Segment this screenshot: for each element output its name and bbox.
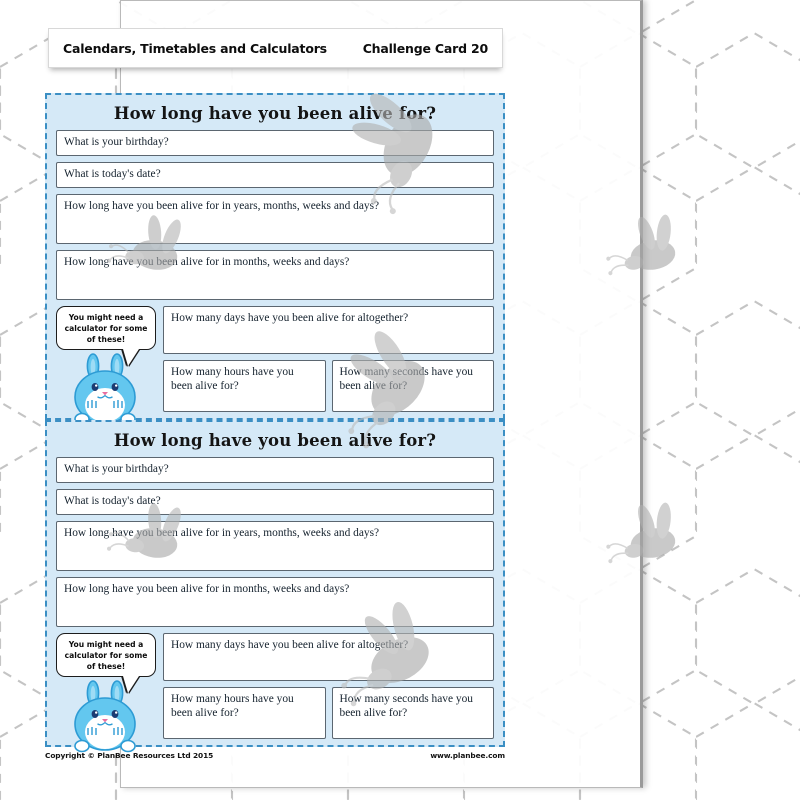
card-2-calculator-hint-bubble: You might need a calculator for some of … — [56, 633, 156, 693]
card-1-mascot-column: You might need a calculator for some of … — [56, 306, 156, 427]
card-2-hint-text: You might need a calculator for some of … — [64, 640, 148, 671]
challenge-card-2: How long have you been alive for? What i… — [45, 420, 505, 753]
speech-bubble-tail — [123, 676, 139, 693]
card-1-question-years-months-weeks-days[interactable]: How long have you been alive for in year… — [56, 194, 494, 244]
card-1-question-pair-row: How many hours have you been alive for? … — [163, 360, 494, 412]
card-1-hint-text: You might need a calculator for some of … — [64, 313, 148, 344]
card-2-question-pair-row: How many hours have you been alive for? … — [163, 687, 494, 739]
card-2-question-column: How many days have you been alive for al… — [163, 633, 494, 739]
card-2-question-months-weeks-days[interactable]: How long have you been alive for in mont… — [56, 577, 494, 627]
speech-bubble-tail — [123, 349, 139, 366]
document-header: Calendars, Timetables and Calculators Ch… — [48, 28, 503, 68]
card-1-hint-row: You might need a calculator for some of … — [56, 306, 494, 427]
card-2-question-hours[interactable]: How many hours have you been alive for? — [163, 687, 326, 739]
card-1-question-days-altogether[interactable]: How many days have you been alive for al… — [163, 306, 494, 354]
header-topic-title: Calendars, Timetables and Calculators — [63, 40, 327, 56]
header-card-number: Challenge Card 20 — [362, 40, 489, 56]
card-2-question-today-date[interactable]: What is today's date? — [56, 489, 494, 515]
footer-website: www.planbee.com — [430, 751, 505, 760]
card-1-calculator-hint-bubble: You might need a calculator for some of … — [56, 306, 156, 366]
card-2-mascot-column: You might need a calculator for some of … — [56, 633, 156, 754]
card-2-question-years-months-weeks-days[interactable]: How long have you been alive for in year… — [56, 521, 494, 571]
challenge-card-1: How long have you been alive for? What i… — [45, 93, 505, 426]
card-1-question-column: How many days have you been alive for al… — [163, 306, 494, 412]
document-footer: Copyright © PlanBee Resources Ltd 2015 w… — [45, 751, 505, 760]
card-1-question-today-date[interactable]: What is today's date? — [56, 162, 494, 188]
card-1-question-hours[interactable]: How many hours have you been alive for? — [163, 360, 326, 412]
card-1-question-seconds[interactable]: How many seconds have you been alive for… — [331, 360, 494, 412]
card-2-hint-row: You might need a calculator for some of … — [56, 633, 494, 754]
card-1-question-months-weeks-days[interactable]: How long have you been alive for in mont… — [56, 250, 494, 300]
card-1-question-birthday[interactable]: What is your birthday? — [56, 130, 494, 156]
card-1-bunny-mascot — [56, 353, 156, 427]
card-2-question-days-altogether[interactable]: How many days have you been alive for al… — [163, 633, 494, 681]
card-2-question-birthday[interactable]: What is your birthday? — [56, 457, 494, 483]
footer-copyright: Copyright © PlanBee Resources Ltd 2015 — [45, 751, 214, 760]
card-2-title: How long have you been alive for? — [113, 431, 437, 450]
card-2-question-seconds[interactable]: How many seconds have you been alive for… — [331, 687, 494, 739]
card-1-title: How long have you been alive for? — [113, 104, 437, 123]
card-2-bunny-mascot — [56, 680, 156, 754]
